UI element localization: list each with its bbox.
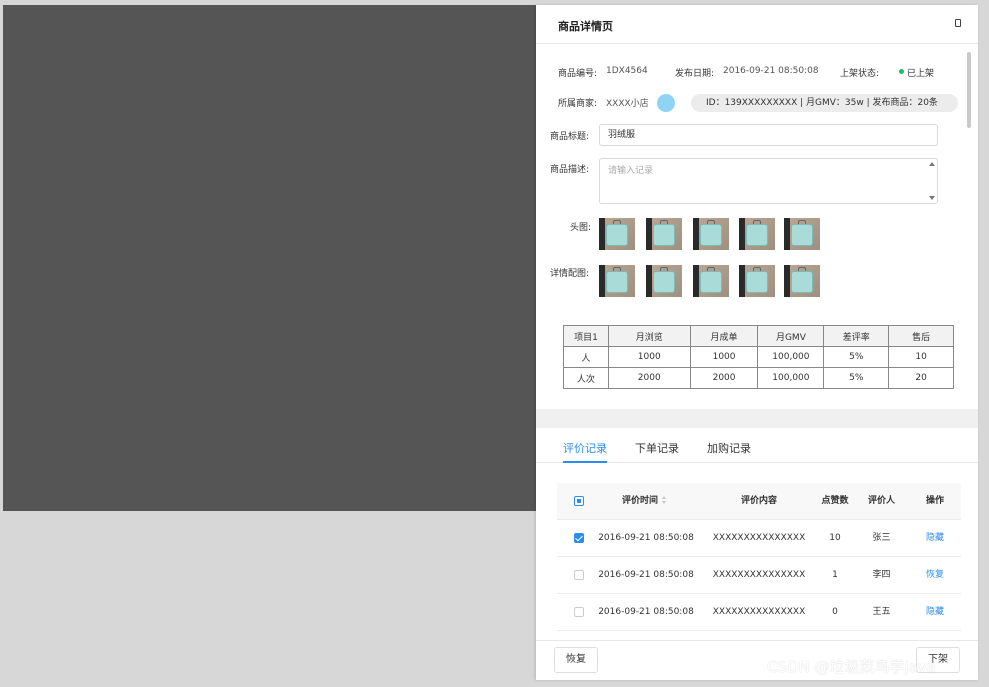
head-images-label: 头图: bbox=[570, 223, 592, 233]
merchant-avatar bbox=[657, 94, 675, 112]
drawer-title: 商品详情页 bbox=[558, 20, 613, 33]
review-time: 2016-09-21 08:50:08 bbox=[598, 533, 694, 543]
stats-cell: 人次 bbox=[563, 367, 609, 389]
product-desc-textarea[interactable]: 请输入记录 bbox=[599, 158, 938, 204]
row-checkbox[interactable] bbox=[574, 607, 584, 617]
watermark: CSDN @垃圾菜鸟学java bbox=[767, 658, 936, 676]
stats-header-cell: 月浏览 bbox=[607, 325, 691, 347]
product-title-input[interactable]: 羽绒服 bbox=[599, 124, 938, 146]
stats-cell: 10 bbox=[888, 346, 954, 368]
scroll-down-icon[interactable] bbox=[929, 196, 935, 200]
detail-image-thumbnail[interactable] bbox=[739, 265, 775, 297]
record-tabs: 评价记录 下单记录 加购记录 bbox=[536, 428, 978, 463]
hide-review-link[interactable]: 隐藏 bbox=[917, 594, 953, 631]
col-action: 操作 bbox=[925, 496, 944, 506]
review-table-header: 评价时间 评价内容 点赞数 评价人 操作 bbox=[557, 483, 961, 520]
stats-cell: 100,000 bbox=[757, 346, 825, 368]
col-review-time[interactable]: 评价时间 bbox=[597, 483, 692, 520]
review-row: 2016-09-21 08:50:08 XXXXXXXXXXXXXXX 0 王五… bbox=[557, 594, 961, 631]
section-divider bbox=[536, 409, 978, 428]
product-title-label: 商品标题: bbox=[550, 132, 590, 142]
modal-overlay[interactable] bbox=[3, 5, 536, 511]
review-content: XXXXXXXXXXXXXXX bbox=[712, 570, 806, 580]
tab-review-records[interactable]: 评价记录 bbox=[563, 440, 607, 456]
desc-placeholder: 请输入记录 bbox=[608, 166, 654, 176]
col-reviewer: 评价人 bbox=[867, 496, 895, 506]
stats-header-cell: 项目1 bbox=[563, 325, 609, 347]
drawer-header: 商品详情页 bbox=[536, 5, 978, 44]
stats-cell: 20 bbox=[888, 367, 954, 389]
review-content: XXXXXXXXXXXXXXX bbox=[712, 607, 806, 617]
stats-cell: 人 bbox=[563, 346, 609, 368]
head-image-thumbnail[interactable] bbox=[646, 218, 682, 250]
tab-order-records[interactable]: 下单记录 bbox=[635, 440, 679, 456]
merchant-label: 所属商家: bbox=[558, 99, 598, 109]
stats-header-cell: 售后 bbox=[888, 325, 954, 347]
product-stats-table: 项目1 月浏览 月成单 月GMV 差评率 售后 人 1000 1000 100,… bbox=[563, 325, 954, 389]
stats-row: 人 1000 1000 100,000 5% 10 bbox=[563, 346, 954, 368]
status-dot-icon bbox=[899, 69, 904, 74]
stats-cell: 1000 bbox=[607, 346, 691, 368]
merchant-meta-badge: ID：139XXXXXXXXX | 月GMV：35w | 发布商品：20条 bbox=[691, 94, 958, 112]
stats-header-cell: 月GMV bbox=[757, 325, 825, 347]
listing-status-label: 上架状态: bbox=[840, 69, 880, 79]
stats-row: 人次 2000 2000 100,000 5% 20 bbox=[563, 367, 954, 389]
publish-date-label: 发布日期: bbox=[675, 69, 715, 79]
stats-header-cell: 月成单 bbox=[689, 325, 759, 347]
head-image-thumbnail[interactable] bbox=[739, 218, 775, 250]
stats-cell: 1000 bbox=[689, 346, 759, 368]
review-row: 2016-09-21 08:50:08 XXXXXXXXXXXXXXX 1 李四… bbox=[557, 557, 961, 594]
close-icon[interactable] bbox=[955, 19, 961, 27]
select-all-checkbox[interactable] bbox=[574, 496, 584, 506]
review-likes: 1 bbox=[832, 570, 838, 580]
product-detail-drawer: 商品详情页 商品编号: 1DX4564 发布日期: 2016-09-21 08:… bbox=[536, 5, 978, 680]
tab-cart-records[interactable]: 加购记录 bbox=[707, 440, 751, 456]
stats-header-cell: 差评率 bbox=[823, 325, 890, 347]
detail-images-label: 详情配图: bbox=[550, 269, 590, 279]
stats-cell: 2000 bbox=[689, 367, 759, 389]
stats-cell: 2000 bbox=[607, 367, 691, 389]
stats-cell: 100,000 bbox=[757, 367, 825, 389]
active-tab-indicator bbox=[563, 461, 607, 463]
product-code-value: 1DX4564 bbox=[606, 66, 648, 76]
row-checkbox[interactable] bbox=[574, 533, 584, 543]
product-desc-label: 商品描述: bbox=[550, 165, 590, 175]
reviewer-name: 张三 bbox=[872, 533, 891, 543]
textarea-scrollbar[interactable] bbox=[929, 162, 935, 200]
detail-image-thumbnail[interactable] bbox=[646, 265, 682, 297]
review-time: 2016-09-21 08:50:08 bbox=[598, 570, 694, 580]
reviewer-name: 王五 bbox=[872, 607, 891, 617]
head-image-thumbnail[interactable] bbox=[599, 218, 635, 250]
sort-icon[interactable] bbox=[662, 496, 667, 504]
product-code-label: 商品编号: bbox=[558, 69, 598, 79]
review-time: 2016-09-21 08:50:08 bbox=[598, 607, 694, 617]
detail-image-thumbnail[interactable] bbox=[599, 265, 635, 297]
stats-cell: 5% bbox=[823, 367, 890, 389]
drawer-scrollbar[interactable] bbox=[967, 52, 971, 128]
review-row: 2016-09-21 08:50:08 XXXXXXXXXXXXXXX 10 张… bbox=[557, 520, 961, 557]
stats-header-row: 项目1 月浏览 月成单 月GMV 差评率 售后 bbox=[563, 325, 954, 347]
restore-button[interactable]: 恢复 bbox=[554, 647, 598, 673]
merchant-name: XXXX小店 bbox=[606, 99, 649, 109]
col-review-time-label: 评价时间 bbox=[621, 496, 658, 506]
col-review-content: 评价内容 bbox=[740, 496, 777, 506]
review-content: XXXXXXXXXXXXXXX bbox=[712, 533, 806, 543]
head-image-thumbnail[interactable] bbox=[693, 218, 729, 250]
scroll-up-icon[interactable] bbox=[929, 162, 935, 166]
listing-status-value: 已上架 bbox=[907, 69, 935, 79]
col-likes: 点赞数 bbox=[821, 496, 849, 506]
reviewer-name: 李四 bbox=[872, 570, 891, 580]
review-likes: 0 bbox=[832, 607, 838, 617]
publish-date-value: 2016-09-21 08:50:08 bbox=[723, 66, 819, 76]
restore-review-link[interactable]: 恢复 bbox=[917, 557, 953, 594]
hide-review-link[interactable]: 隐藏 bbox=[917, 520, 953, 557]
stats-cell: 5% bbox=[823, 346, 890, 368]
head-image-thumbnail[interactable] bbox=[784, 218, 820, 250]
detail-image-thumbnail[interactable] bbox=[784, 265, 820, 297]
detail-image-thumbnail[interactable] bbox=[693, 265, 729, 297]
row-checkbox[interactable] bbox=[574, 570, 584, 580]
review-likes: 10 bbox=[829, 533, 841, 543]
